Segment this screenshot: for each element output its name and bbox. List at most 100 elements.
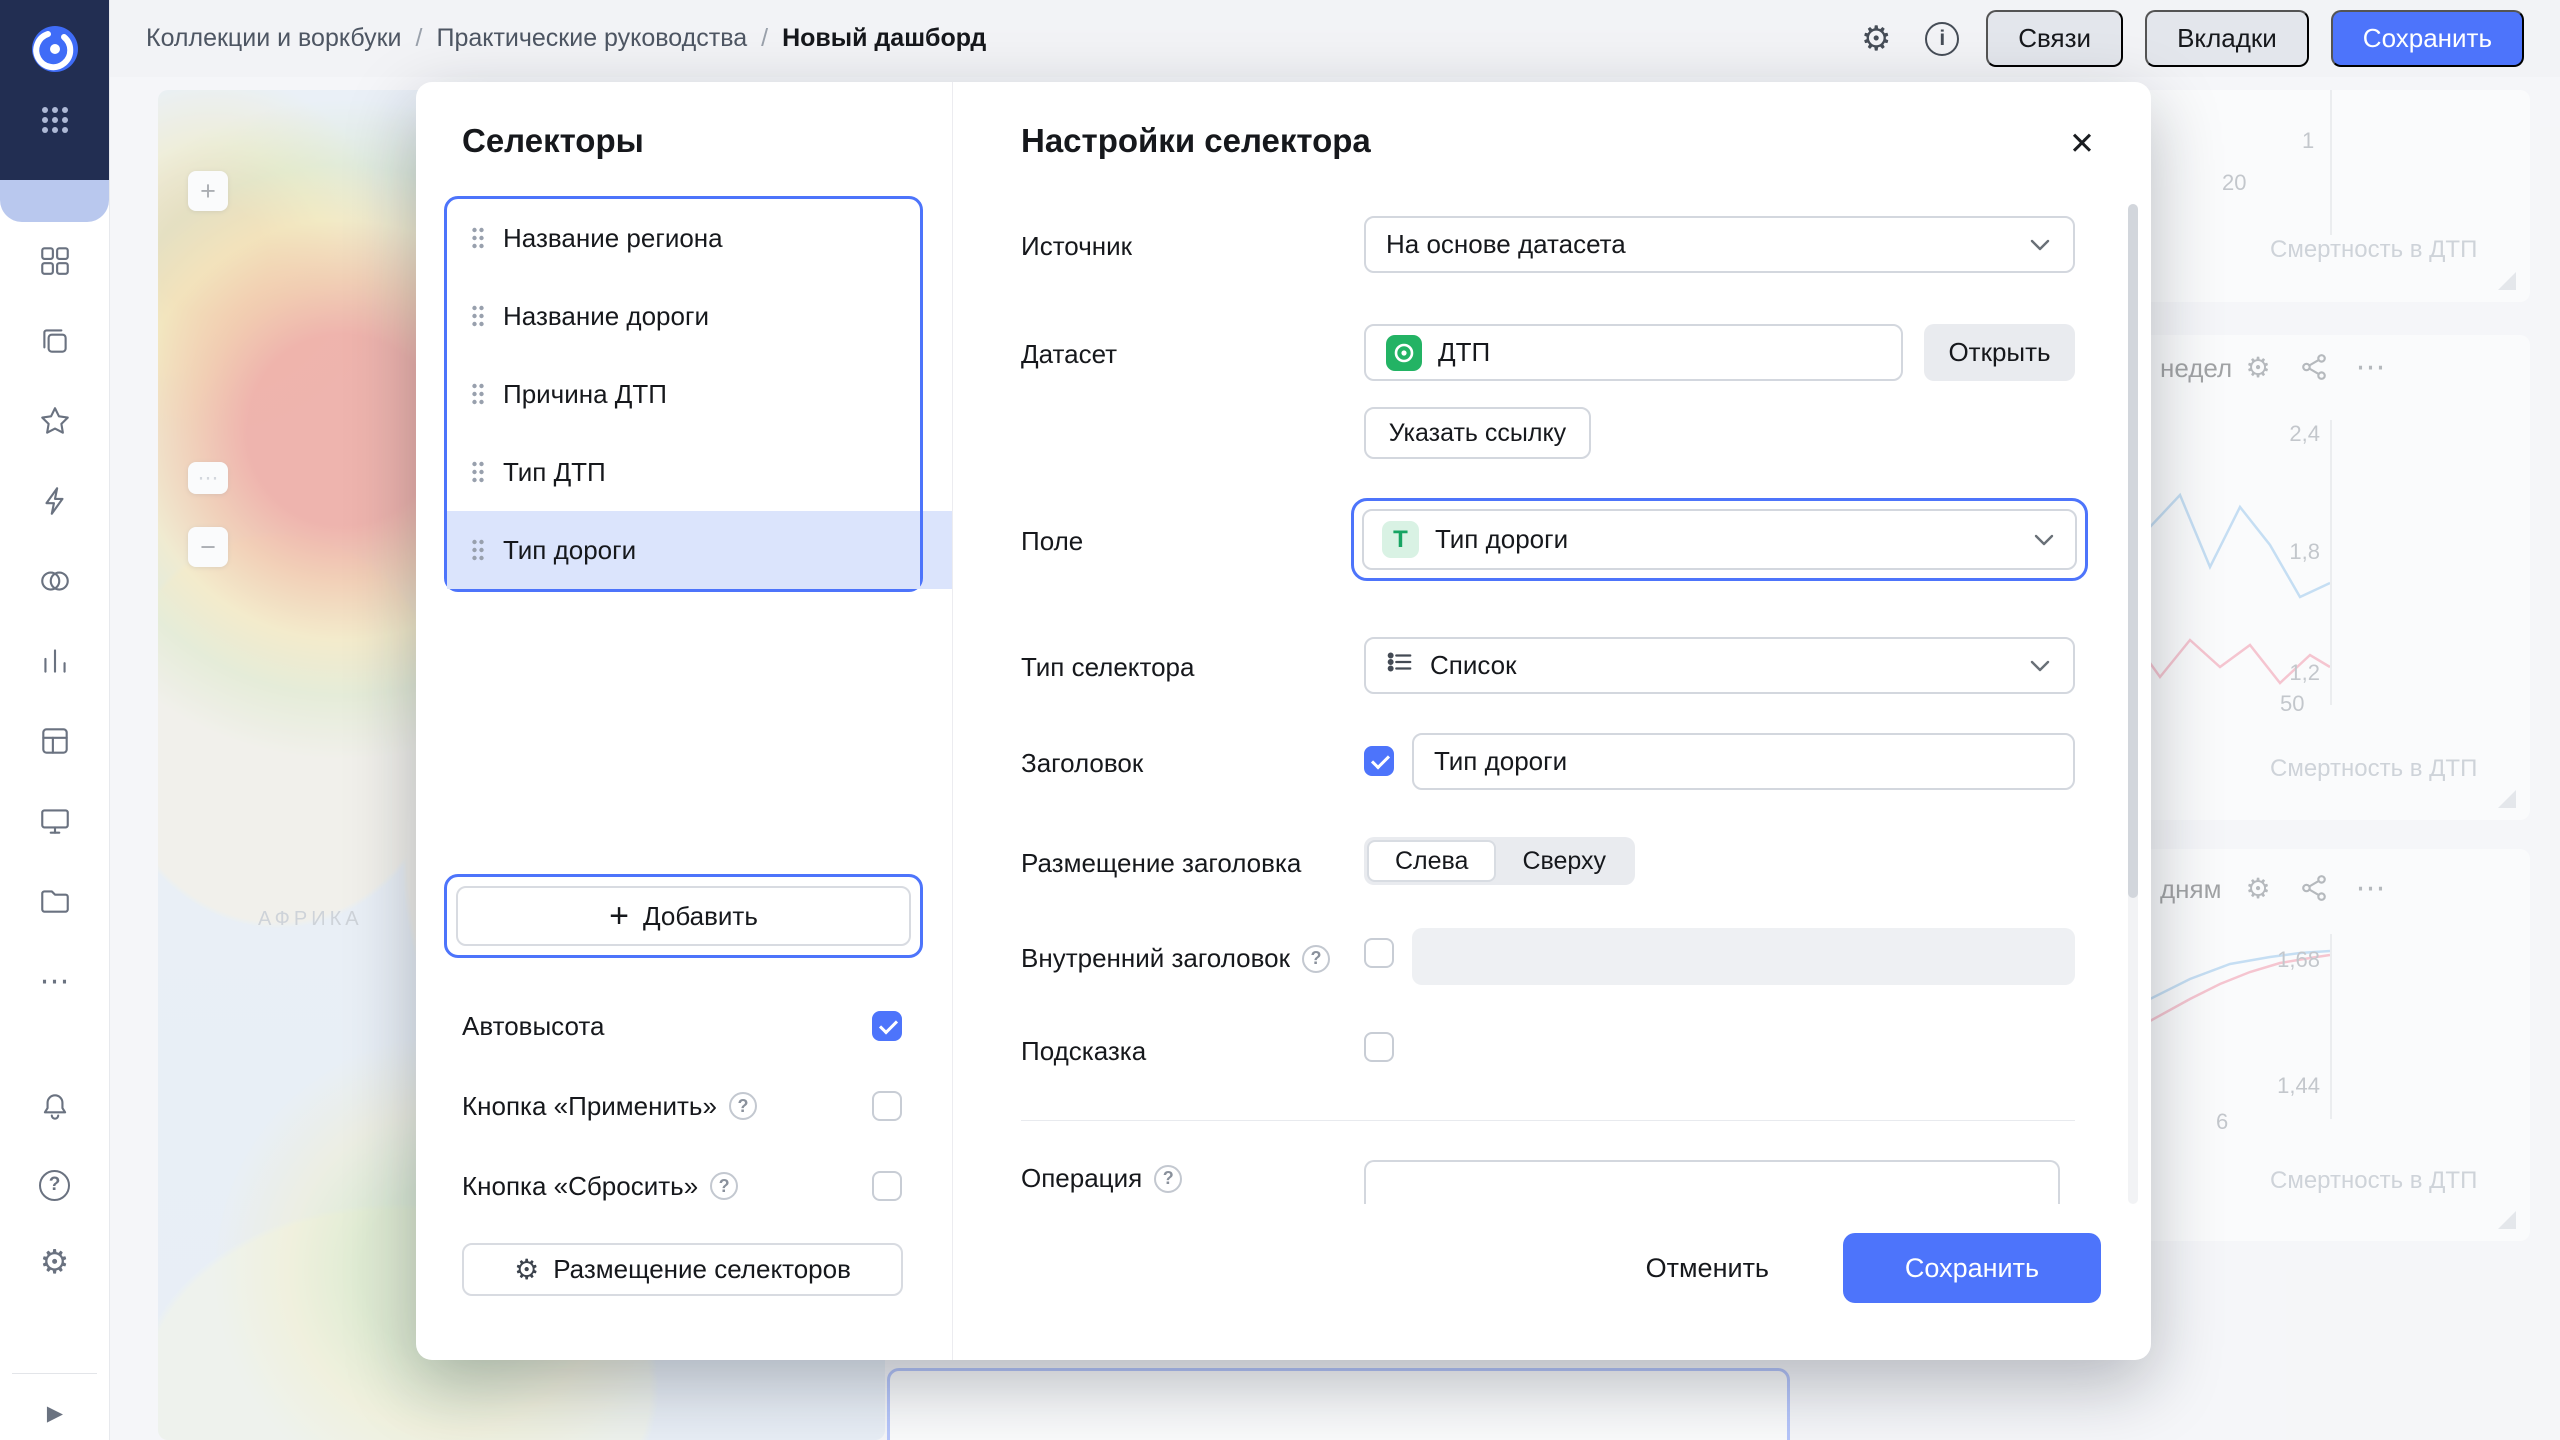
field-value: Тип дороги — [1435, 524, 1568, 555]
sidebar-divider — [12, 1373, 97, 1374]
title-input[interactable]: Тип дороги — [1412, 733, 2075, 790]
inner-title-label: Внутренний заголовок — [1021, 943, 1290, 974]
datasets-icon[interactable] — [33, 559, 77, 603]
dataset-field[interactable]: ДТП — [1364, 324, 1903, 381]
selector-placement-button[interactable]: ⚙ Размещение селекторов — [462, 1243, 903, 1296]
title-placement-segmented: Слева Сверху — [1364, 837, 1635, 885]
source-label: Источник — [1021, 231, 1132, 262]
breadcrumb-separator: / — [416, 24, 423, 53]
cancel-button[interactable]: Отменить — [1632, 1243, 1783, 1294]
chevron-down-icon — [2027, 653, 2053, 679]
gear-icon: ⚙ — [514, 1253, 539, 1286]
selector-item-label: Тип ДТП — [503, 457, 606, 488]
field-type-icon: T — [1382, 521, 1419, 558]
monitoring-icon[interactable] — [33, 799, 77, 843]
hint-label: Подсказка — [1021, 1036, 1146, 1067]
form-divider — [1021, 1120, 2075, 1121]
selectors-panel-title: Селекторы — [462, 122, 644, 160]
help-icon[interactable]: ? — [1302, 945, 1330, 973]
help-icon[interactable]: ? — [729, 1092, 757, 1120]
apply-button-checkbox[interactable] — [872, 1091, 902, 1121]
field-select[interactable]: T Тип дороги — [1362, 509, 2077, 570]
source-value: На основе датасета — [1386, 229, 1626, 260]
tabs-button[interactable]: Вкладки — [2145, 10, 2309, 67]
scrollbar-thumb[interactable] — [2128, 204, 2138, 898]
selector-item-region[interactable]: Название региона — [447, 199, 920, 277]
selector-item-accident-type[interactable]: Тип ДТП — [447, 433, 920, 511]
reset-button-label: Кнопка «Сбросить» — [462, 1171, 698, 1202]
sidebar: ⋯ ? ⚙ ▶ — [0, 0, 110, 1440]
folder-icon[interactable] — [33, 879, 77, 923]
selector-item-label: Название дороги — [503, 301, 709, 332]
charts-icon[interactable] — [33, 639, 77, 683]
selector-type-select[interactable]: Список — [1364, 637, 2075, 694]
selector-list: Название региона Название дороги Причина… — [444, 196, 923, 592]
modal-footer: Отменить Сохранить — [1632, 1233, 2101, 1303]
selector-settings-panel: Настройки селектора ✕ Источник На основе… — [952, 82, 2151, 1360]
selector-settings-modal: Селекторы Название региона Название доро… — [416, 82, 2151, 1360]
field-label: Поле — [1021, 526, 1083, 557]
field-select-focus-ring: T Тип дороги — [1351, 498, 2088, 581]
operation-label: Операция — [1021, 1163, 1142, 1194]
specify-link-button[interactable]: Указать ссылку — [1364, 407, 1591, 459]
chevron-down-icon — [2027, 232, 2053, 258]
save-selector-button[interactable]: Сохранить — [1843, 1233, 2101, 1303]
connections-lightning-icon[interactable] — [33, 479, 77, 523]
datalens-logo[interactable] — [30, 24, 80, 74]
add-selector-button[interactable]: + Добавить — [456, 886, 911, 946]
placement-top-segment[interactable]: Сверху — [1496, 840, 1632, 882]
selector-item-road-type[interactable]: Тип дороги — [447, 511, 920, 589]
apps-grid-icon[interactable] — [39, 104, 71, 136]
collections-icon[interactable] — [33, 319, 77, 363]
help-circle-icon[interactable]: ? — [33, 1163, 77, 1207]
tables-icon[interactable] — [33, 719, 77, 763]
topbar: Коллекции и воркбуки / Практические руко… — [110, 0, 2560, 77]
add-selector-label: Добавить — [643, 901, 758, 932]
placement-left-segment[interactable]: Слева — [1367, 840, 1496, 882]
open-dataset-button[interactable]: Открыть — [1924, 324, 2075, 381]
title-label: Заголовок — [1021, 748, 1143, 779]
sidebar-accent-tab — [0, 180, 109, 222]
title-checkbox[interactable] — [1364, 746, 1394, 776]
selectors-panel: Селекторы Название региона Название доро… — [416, 82, 952, 1360]
operation-label-row: Операция ? — [1021, 1163, 1182, 1194]
notifications-bell-icon[interactable] — [33, 1085, 77, 1129]
autoheight-label: Автовысота — [462, 1011, 604, 1042]
help-icon[interactable]: ? — [710, 1172, 738, 1200]
more-ellipsis-icon[interactable]: ⋯ — [33, 959, 77, 1003]
drag-grip-icon[interactable] — [471, 461, 485, 483]
expand-sidebar-icon[interactable]: ▶ — [0, 1401, 110, 1426]
reset-button-checkbox[interactable] — [872, 1171, 902, 1201]
selector-item-accident-cause[interactable]: Причина ДТП — [447, 355, 920, 433]
dataset-value: ДТП — [1438, 337, 1490, 368]
breadcrumb-guides[interactable]: Практические руководства — [436, 24, 747, 53]
autoheight-row: Автовысота — [462, 1006, 902, 1046]
drag-grip-icon[interactable] — [471, 383, 485, 405]
relations-button[interactable]: Связи — [1986, 10, 2123, 67]
save-dashboard-button[interactable]: Сохранить — [2331, 10, 2524, 67]
info-icon[interactable]: i — [1920, 17, 1964, 61]
breadcrumb-separator: / — [761, 24, 768, 53]
breadcrumb-collections[interactable]: Коллекции и воркбуки — [146, 24, 402, 53]
favorites-star-icon[interactable] — [33, 399, 77, 443]
inner-title-checkbox[interactable] — [1364, 938, 1394, 968]
selector-item-road-name[interactable]: Название дороги — [447, 277, 920, 355]
operation-select-clipped[interactable] — [1364, 1160, 2060, 1204]
add-selector-group: + Добавить — [444, 874, 923, 958]
dashboards-icon[interactable] — [33, 239, 77, 283]
drag-grip-icon[interactable] — [471, 539, 485, 561]
dashboard-settings-gear-icon[interactable]: ⚙ — [1854, 17, 1898, 61]
autoheight-checkbox[interactable] — [872, 1011, 902, 1041]
help-icon[interactable]: ? — [1154, 1165, 1182, 1193]
settings-gear-icon[interactable]: ⚙ — [33, 1239, 77, 1283]
drag-grip-icon[interactable] — [471, 305, 485, 327]
hint-checkbox[interactable] — [1364, 1032, 1394, 1062]
chevron-down-icon — [2031, 527, 2057, 553]
title-input-value: Тип дороги — [1434, 746, 1567, 777]
dataset-label: Датасет — [1021, 339, 1117, 370]
close-icon[interactable]: ✕ — [2060, 122, 2104, 166]
dataset-icon — [1386, 335, 1422, 371]
sidebar-header — [0, 0, 109, 180]
drag-grip-icon[interactable] — [471, 227, 485, 249]
source-select[interactable]: На основе датасета — [1364, 216, 2075, 273]
